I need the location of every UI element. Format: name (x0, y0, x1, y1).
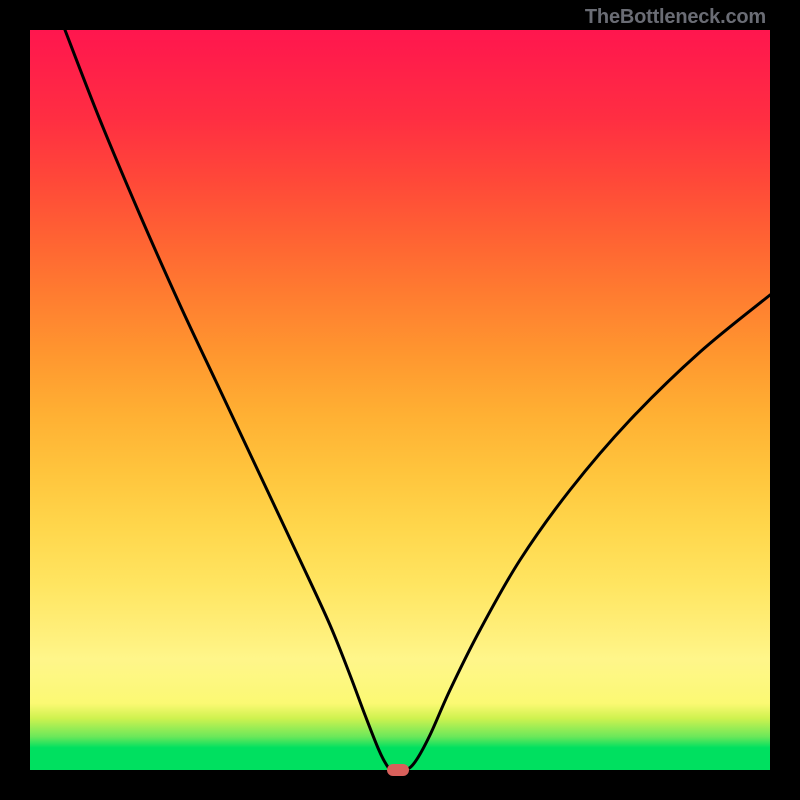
chart-container: TheBottleneck.com (0, 0, 800, 800)
bottleneck-curve (30, 30, 770, 770)
watermark-text: TheBottleneck.com (585, 6, 766, 29)
minimum-marker (387, 764, 409, 776)
